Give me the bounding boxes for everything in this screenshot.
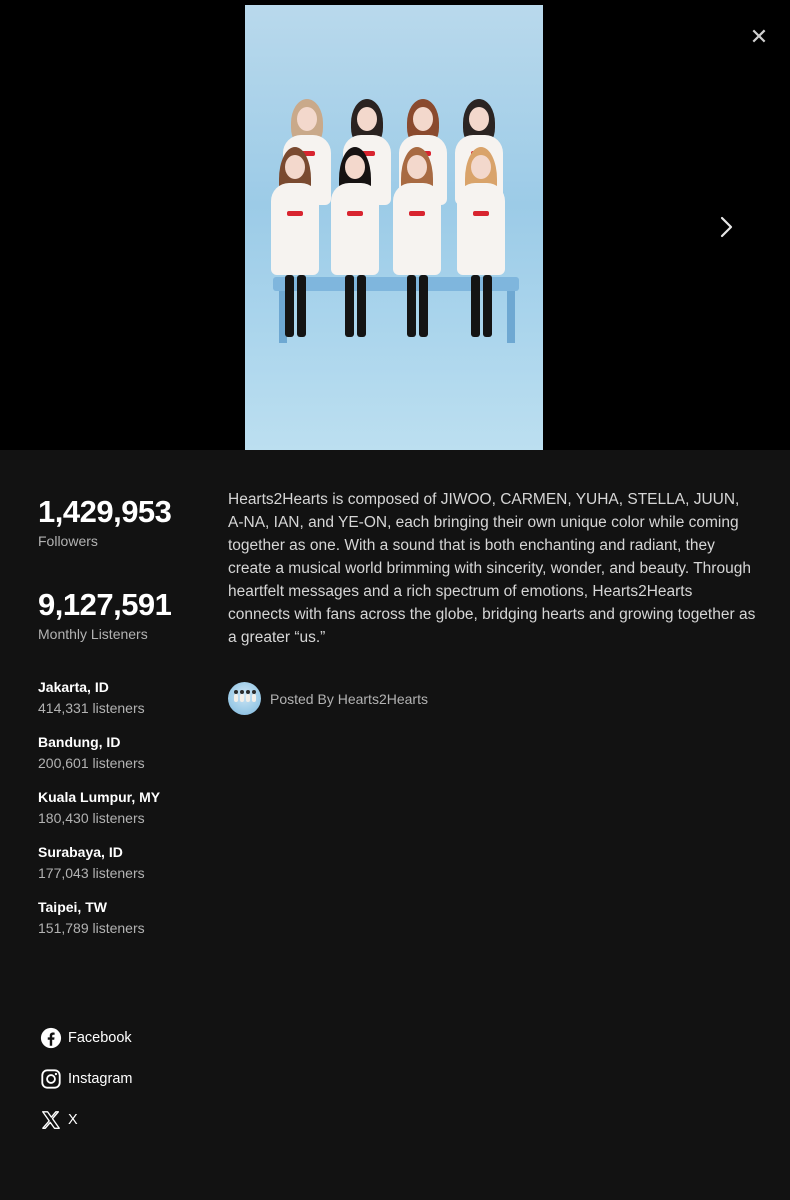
artist-bio: Hearts2Hearts is composed of JIWOO, CARM… <box>228 491 756 646</box>
avatar <box>228 682 261 715</box>
followers-count: 1,429,953 <box>38 494 172 529</box>
posted-by-label: Posted By Hearts2Hearts <box>270 690 428 707</box>
bench-leg <box>507 291 515 343</box>
city-name: Bandung, ID <box>38 734 121 750</box>
facebook-link[interactable]: Facebook <box>40 1027 132 1049</box>
city-item: Jakarta, ID 414,331 listeners <box>38 679 218 716</box>
city-listeners: 177,043 listeners <box>38 865 145 881</box>
close-button[interactable]: ✕ <box>748 26 770 48</box>
x-link[interactable]: X <box>40 1109 132 1131</box>
city-item: Taipei, TW 151,789 listeners <box>38 899 218 936</box>
city-name: Taipei, TW <box>38 899 107 915</box>
facebook-icon <box>40 1027 62 1049</box>
city-name: Kuala Lumpur, MY <box>38 789 161 805</box>
social-links: Facebook Instagram X <box>40 1027 132 1150</box>
instagram-icon <box>41 1069 61 1089</box>
top-cities-list: Jakarta, ID 414,331 listeners Bandung, I… <box>38 679 218 936</box>
city-listeners: 414,331 listeners <box>38 700 145 716</box>
followers-label: Followers <box>38 533 98 549</box>
city-name: Surabaya, ID <box>38 844 123 860</box>
city-listeners: 151,789 listeners <box>38 920 145 936</box>
artist-gallery: ✕ <box>0 0 790 450</box>
city-listeners: 180,430 listeners <box>38 810 145 826</box>
city-item: Kuala Lumpur, MY 180,430 listeners <box>38 789 218 826</box>
artist-group-photo[interactable] <box>245 5 543 450</box>
x-icon <box>42 1111 60 1129</box>
artist-stats: 1,429,953 Followers 9,127,591 Monthly Li… <box>38 495 218 954</box>
monthly-listeners-label: Monthly Listeners <box>38 626 148 642</box>
followers-stat: 1,429,953 Followers <box>38 494 218 550</box>
facebook-label: Facebook <box>68 1030 132 1046</box>
monthly-listeners-stat: 9,127,591 Monthly Listeners <box>38 587 218 643</box>
city-name: Jakarta, ID <box>38 679 109 695</box>
close-icon: ✕ <box>749 24 769 49</box>
instagram-link[interactable]: Instagram <box>40 1068 132 1090</box>
city-listeners: 200,601 listeners <box>38 755 145 771</box>
instagram-label: Instagram <box>68 1071 133 1087</box>
next-image-button[interactable] <box>712 212 740 242</box>
chevron-right-icon <box>720 216 733 238</box>
city-item: Surabaya, ID 177,043 listeners <box>38 844 218 881</box>
city-item: Bandung, ID 200,601 listeners <box>38 734 218 771</box>
x-label: X <box>68 1112 78 1128</box>
monthly-listeners-count: 9,127,591 <box>38 587 172 622</box>
posted-by[interactable]: Posted By Hearts2Hearts <box>228 682 428 715</box>
